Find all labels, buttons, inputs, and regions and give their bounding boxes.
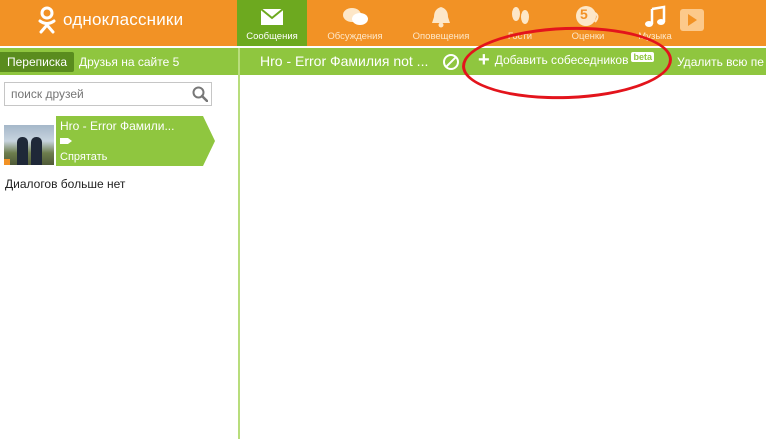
chat-title: Hro - Error Фамилия not ... [260, 53, 429, 69]
play-icon [688, 14, 697, 26]
search-icon[interactable] [192, 86, 208, 102]
online-status-indicator [4, 159, 10, 165]
play-button[interactable] [680, 9, 704, 31]
nav-messages[interactable]: Сообщения [237, 0, 307, 46]
chat-bubbles-icon [343, 8, 368, 25]
rating-5-icon [576, 6, 599, 26]
column-divider [238, 48, 240, 75]
block-icon[interactable] [443, 54, 459, 70]
delete-all-button[interactable]: Удалить всю пе [677, 55, 764, 69]
logo[interactable]: одноклассники [37, 6, 183, 34]
tab-conversations[interactable]: Переписка [0, 52, 74, 72]
avatar-person-figure [31, 137, 42, 165]
conversation-list-item[interactable]: Hro - Error Фамили... Спрятать [4, 116, 215, 166]
nav-discussions-label: Обсуждения [327, 31, 383, 42]
nav-discussions[interactable]: Обсуждения [320, 0, 390, 46]
nav-messages-label: Сообщения [246, 31, 298, 42]
nav-notifications[interactable]: Оповещения [406, 0, 476, 46]
odnoklassniki-logo-icon [38, 6, 56, 34]
no-more-dialogs-text: Диалогов больше нет [5, 177, 126, 191]
contact-name: Hro - Error Фамили... [60, 119, 175, 133]
friend-search-input[interactable] [9, 86, 193, 102]
column-divider-vertical [238, 75, 240, 439]
avatar[interactable] [4, 125, 54, 165]
hide-conversation-link[interactable]: Спрятать [60, 151, 107, 163]
friend-search-box[interactable] [4, 82, 212, 106]
music-note-icon [645, 5, 666, 27]
avatar-person-figure [17, 137, 28, 165]
rating-badge: 5 [580, 6, 588, 22]
nav-notifications-label: Оповещения [412, 31, 470, 42]
logo-text: одноклассники [63, 10, 184, 29]
video-camera-icon[interactable] [60, 138, 68, 144]
bell-icon [432, 7, 450, 28]
conversation-selected-highlight[interactable]: Hro - Error Фамили... Спрятать [56, 116, 215, 166]
footprints-icon [512, 7, 529, 24]
envelope-icon [260, 8, 284, 25]
tab-friends-online[interactable]: Друзья на сайте 5 [79, 52, 179, 72]
